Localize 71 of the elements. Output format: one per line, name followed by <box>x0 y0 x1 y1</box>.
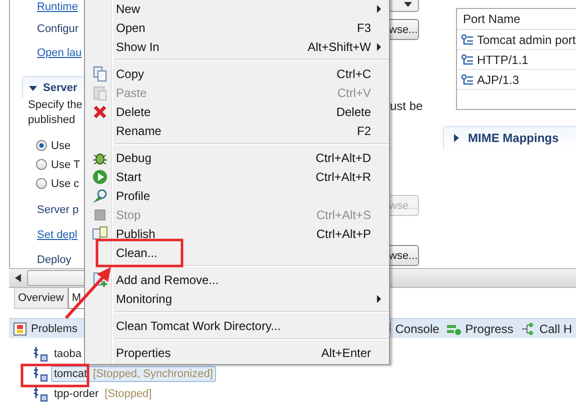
browse-button[interactable]: wse... <box>389 19 419 40</box>
server-status: [Stopped, Synchronized] <box>93 368 213 380</box>
menu-item[interactable]: Start Ctrl+Alt+R <box>85 167 389 186</box>
caret-icon <box>404 2 412 7</box>
deploy-path-label: Deploy <box>37 253 72 268</box>
radio-button[interactable] <box>36 178 47 189</box>
view-tab[interactable]: Progress <box>465 322 518 336</box>
view-tab[interactable]: Console <box>395 322 444 336</box>
radio-button[interactable] <box>36 159 47 170</box>
column-header[interactable]: Port Name <box>457 9 576 30</box>
radio-label: Use T <box>51 158 80 170</box>
description-text: Specify the <box>28 98 84 113</box>
port-icon <box>461 34 475 46</box>
browse-button[interactable]: wse... <box>389 245 419 266</box>
annotation-arrow <box>64 267 111 319</box>
menu-item[interactable]: Rename F2 <box>85 121 389 140</box>
server-item[interactable]: tomcat [Stopped, Synchronized] <box>51 366 216 382</box>
delete-icon <box>92 104 108 120</box>
table-cell: HTTP/1.1 <box>477 52 528 66</box>
section-title: MIME Mappings <box>468 131 559 145</box>
open-launch-link[interactable]: Open lau <box>37 46 82 61</box>
submenu-arrow-icon <box>377 294 381 302</box>
stopwatch-icon <box>92 188 108 204</box>
left-arrow-icon[interactable] <box>15 274 21 282</box>
port-icon <box>461 54 475 66</box>
stop-icon <box>92 206 108 222</box>
menu-item[interactable]: Monitoring <box>85 289 389 308</box>
menu-item[interactable]: Profile <box>85 186 389 205</box>
problems-icon <box>13 322 27 336</box>
submenu-arrow-icon <box>377 4 381 12</box>
copy-icon <box>92 66 108 82</box>
server-status: [Stopped] <box>104 388 152 400</box>
section-title: Server <box>43 82 78 94</box>
hierarchy-icon <box>521 322 536 336</box>
radio-label: Use c <box>51 178 80 190</box>
play-icon <box>92 168 108 184</box>
port-icon <box>461 74 475 86</box>
server-icon <box>33 346 49 362</box>
menu-item[interactable]: Copy Ctrl+C <box>85 64 389 83</box>
server-icon <box>33 386 49 402</box>
table-cell: AJP/1.3 <box>477 72 520 86</box>
menu-item[interactable]: Open F3 <box>85 18 389 37</box>
publish-icon <box>92 226 108 242</box>
dropdown[interactable] <box>389 0 419 12</box>
radio-button[interactable] <box>36 140 47 151</box>
description-text: published <box>28 113 76 128</box>
editor-tab[interactable]: Overview <box>14 288 68 309</box>
menu-item[interactable]: Publish Ctrl+Alt+P <box>85 224 389 243</box>
server-icon <box>33 366 49 382</box>
menu-item[interactable]: Show In Alt+Shift+W <box>85 37 389 56</box>
menu-item[interactable]: New <box>85 0 389 18</box>
table-cell: Tomcat admin port <box>477 32 576 46</box>
menu-item[interactable]: Debug Ctrl+Alt+D <box>85 148 389 167</box>
menu-item[interactable]: Clean... <box>85 243 389 262</box>
runtime-link[interactable]: Runtime <box>37 0 78 15</box>
menu-item[interactable]: Delete Delete <box>85 102 389 121</box>
view-tab[interactable]: Call H <box>539 322 576 336</box>
submenu-arrow-icon <box>377 42 381 50</box>
section-header[interactable]: MIME Mappings <box>443 126 576 149</box>
server-item[interactable]: tpp-order [Stopped] <box>51 386 155 402</box>
clipboard-icon <box>92 84 108 100</box>
set-deploy-link[interactable]: Set depl <box>37 228 78 243</box>
problems-tab[interactable]: Problems <box>31 322 82 334</box>
section-header[interactable]: Server <box>22 76 85 98</box>
radio-label: Use <box>51 140 71 152</box>
configure-text: Configur <box>37 22 80 37</box>
server-path-label: Server p <box>37 203 80 218</box>
menu-item[interactable]: Properties Alt+Enter <box>85 343 389 362</box>
highlight-box <box>20 364 90 388</box>
server-item[interactable]: taoba <box>51 346 85 362</box>
menu-item[interactable]: Clean Tomcat Work Directory... <box>85 316 389 335</box>
